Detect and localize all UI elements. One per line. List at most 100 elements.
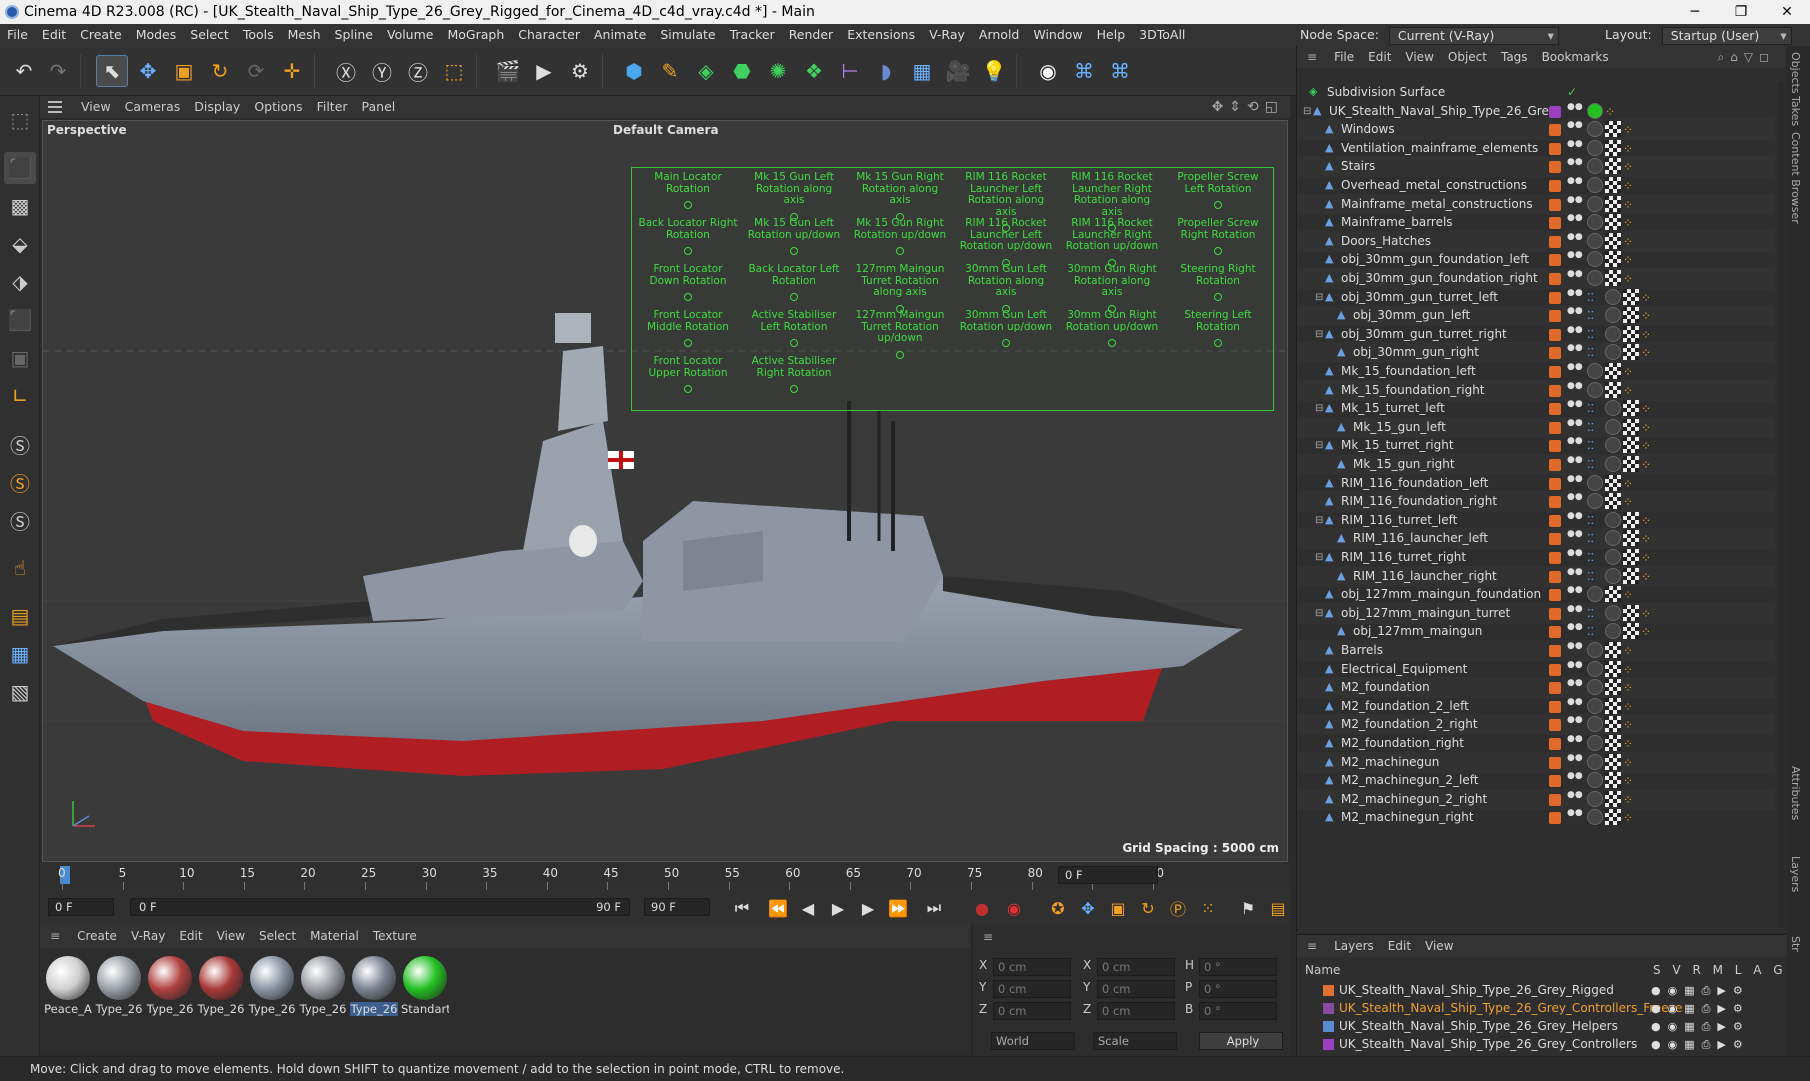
tweak-icon[interactable]: ☝ [4,552,36,584]
material-swatch[interactable]: Type_26 [146,956,194,1016]
vray-tag-icon[interactable]: ⁘ [1623,793,1637,807]
visibility-dots[interactable]: ●● [1567,456,1583,465]
visibility-dots[interactable]: ●● [1567,288,1583,297]
viewport-navigation[interactable]: ✥⇕⟲◱ [1212,96,1284,118]
texture-tag-icon[interactable] [1623,456,1639,472]
visibility-dots[interactable]: ●● [1567,344,1583,353]
layer-color-tag[interactable] [1549,700,1561,713]
layer-color-tag[interactable] [1549,682,1561,695]
texture-tag-icon[interactable] [1605,381,1621,398]
material-tag-icon[interactable] [1587,102,1603,119]
hud-handle-icon[interactable] [1108,339,1116,347]
texture-tag-icon[interactable] [1605,251,1621,268]
layer-color-tag[interactable] [1549,347,1561,360]
hud-control[interactable]: Mk 15 Gun Left Rotation along axis [744,171,844,221]
visibility-dots[interactable]: ●● [1567,530,1583,539]
layer-color-tag[interactable] [1549,198,1561,211]
coord-field[interactable]: 0 ° [1199,1002,1277,1020]
transform-icon[interactable]: ✛ [276,55,308,87]
material-tag-icon[interactable] [1587,753,1603,770]
material-menu-edit[interactable]: Edit [172,924,209,948]
position-key-icon[interactable]: ✥ [1076,896,1100,920]
layer-color-tag[interactable] [1549,217,1561,230]
hud-handle-icon[interactable] [1214,293,1222,301]
rotate-icon[interactable]: ↻ [204,55,236,87]
object-search-icons[interactable]: ⌕⌂▽◻ [1717,46,1775,68]
scale-key-icon[interactable]: ▣ [1106,896,1130,920]
menu-mesh[interactable]: Mesh [281,24,328,46]
viewport-menu-view[interactable]: View [74,96,118,118]
snap-icon[interactable]: Ⓢ [4,428,36,460]
texture-tag-icon[interactable] [1605,753,1621,770]
y-axis-lock-icon[interactable]: Ⓨ [366,55,398,87]
menu-render[interactable]: Render [782,24,841,46]
make-editable-icon[interactable]: ⬚ [4,104,36,136]
vray-tag-icon[interactable]: ⁘ [1623,365,1637,379]
material-tag-icon[interactable] [1587,660,1603,677]
material-tag-icon[interactable] [1605,456,1621,472]
vray-tag-icon[interactable]: ⁘ [1623,663,1637,677]
hud-handle-icon[interactable] [684,293,692,301]
material-menu-view[interactable]: View [210,924,252,948]
vray-tag-icon[interactable]: ⁘ [1623,384,1637,398]
coord-field[interactable]: 0 ° [1199,980,1277,998]
material-tag-icon[interactable] [1605,307,1621,324]
layer-flag-icons[interactable]: ●◉▦⎙▶⚙ [1651,1000,1750,1018]
menu-tools[interactable]: Tools [236,24,281,46]
workplane-snap-icon[interactable]: Ⓢ [4,504,36,536]
hud-control[interactable]: Back Locator Left Rotation [744,263,844,301]
hud-control[interactable]: Propeller Screw Right Rotation [1168,217,1268,255]
hud-control[interactable]: Back Locator Right Rotation [638,217,738,255]
python-script-icon[interactable]: ⌘ [1104,55,1136,87]
menu-3dtoall[interactable]: 3DToAll [1132,24,1192,46]
viewport-menu-display[interactable]: Display [187,96,247,118]
coordinate-system-icon[interactable]: ⬚ [438,55,470,87]
visibility-dots[interactable]: ●● [1567,586,1583,595]
texture-tag-icon[interactable] [1605,158,1621,175]
texture-tag-icon[interactable] [1605,697,1621,714]
visibility-dots[interactable]: ●● [1567,604,1583,613]
texture-tag-icon[interactable] [1605,195,1621,212]
vray-tag-icon[interactable]: ⁘ [1641,625,1655,639]
hud-handle-icon[interactable] [790,339,798,347]
layer-color-tag[interactable] [1549,235,1561,248]
texture-tag-icon[interactable] [1623,530,1639,547]
texture-tag-icon[interactable] [1605,232,1621,249]
hud-control[interactable]: Mk 15 Gun Left Rotation up/down [744,217,844,255]
material-swatch[interactable]: Type_26 [197,956,245,1016]
move-icon[interactable]: ✥ [132,55,164,87]
visibility-dots[interactable]: ●● [1567,642,1583,651]
minimize-icon[interactable]: ─ [1672,0,1718,24]
layer-menu-edit[interactable]: Edit [1381,935,1418,957]
material-tag-icon[interactable] [1587,232,1603,249]
tab-str[interactable]: Str [1789,936,1802,952]
layer-color-tag[interactable] [1549,105,1561,118]
layer-menu-view[interactable]: View [1418,935,1460,957]
layer-color-tag[interactable] [1549,589,1561,602]
layer-color-tag[interactable] [1549,719,1561,732]
points-mode-icon[interactable]: ⬙ [4,228,36,260]
hud-handle-icon[interactable] [790,293,798,301]
layer-color-tag[interactable] [1549,440,1561,453]
tab-takes[interactable]: Takes [1789,96,1802,126]
render-view-icon[interactable]: 🎬 [492,55,524,87]
menu-animate[interactable]: Animate [587,24,653,46]
hud-handle-icon[interactable] [1214,339,1222,347]
material-swatch[interactable]: Peace_A [44,956,92,1016]
go-to-start-icon[interactable]: ⏮ [730,896,754,920]
plugin-icon[interactable]: ◉ [1032,55,1064,87]
material-tag-icon[interactable] [1605,325,1621,342]
vray-tag-icon[interactable]: ⁘ [1641,607,1655,621]
texture-tag-icon[interactable] [1605,363,1621,379]
visibility-dots[interactable]: ●● [1567,363,1583,372]
hud-control[interactable]: RIM 116 Rocket Launcher Left Rotation up… [956,217,1056,267]
menu-simulate[interactable]: Simulate [653,24,722,46]
z-axis-lock-icon[interactable]: Ⓩ [402,55,434,87]
record-keys-icon[interactable]: ● [970,896,994,920]
layer-color-tag[interactable] [1549,477,1561,490]
menu-v-ray[interactable]: V-Ray [922,24,972,46]
vray-tag-icon[interactable]: ⁘ [1623,198,1637,212]
layer-color-tag[interactable] [1549,756,1561,769]
visibility-dots[interactable]: ●● [1567,232,1583,241]
visibility-dots[interactable]: ●● [1567,474,1583,483]
